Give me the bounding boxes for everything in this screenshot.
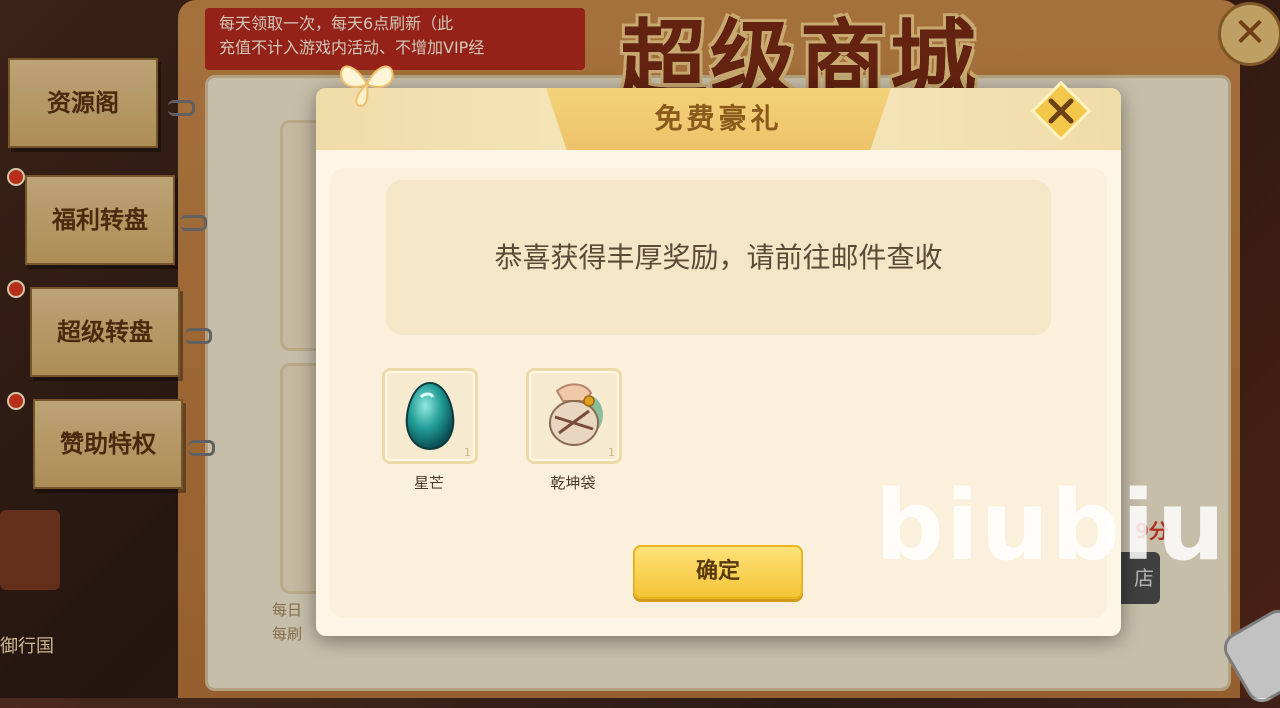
dialog-header: 免费豪礼	[316, 88, 1121, 150]
pouch-icon	[549, 383, 603, 446]
confirm-button[interactable]: 确定	[633, 545, 803, 599]
dialog-title: 免费豪礼	[654, 102, 783, 135]
reward-message: 恭喜获得丰厚奖励，请前往邮件查收	[494, 241, 943, 274]
reward-count: 1	[464, 446, 471, 459]
reward-frame: 1	[526, 368, 622, 464]
gem-icon	[405, 381, 455, 451]
reward-item[interactable]: 1 乾坤袋	[526, 368, 622, 493]
reward-count: 1	[608, 446, 615, 459]
reward-name: 星芒	[413, 474, 444, 492]
message-box: 恭喜获得丰厚奖励，请前往邮件查收	[386, 180, 1051, 335]
dialog-close-button[interactable]	[1030, 80, 1092, 142]
watermark: biubiu	[875, 470, 1227, 582]
reward-name: 乾坤袋	[550, 474, 596, 492]
butterfly-icon	[340, 65, 394, 108]
reward-frame: 1	[382, 368, 478, 464]
reward-item[interactable]: 1 星芒	[382, 368, 478, 493]
